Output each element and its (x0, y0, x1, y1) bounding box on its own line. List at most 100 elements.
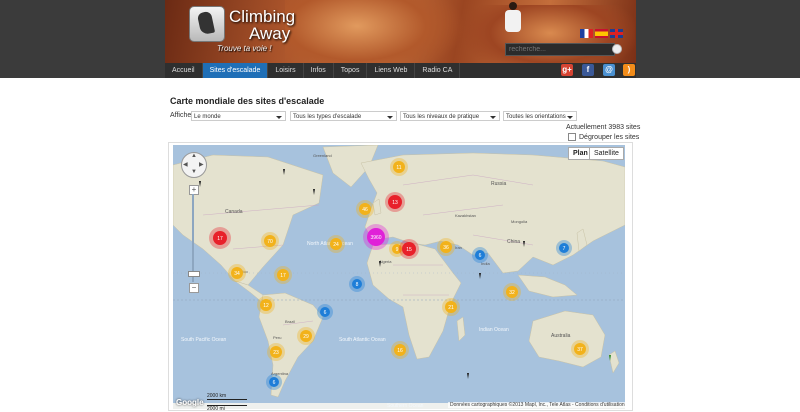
zoom-slider-track[interactable] (192, 194, 194, 282)
cluster-count: 46 (362, 207, 368, 213)
arrow-right-icon[interactable]: ▶ (199, 161, 204, 168)
sites-count: Actuellement 3983 sites (566, 124, 641, 131)
google-plus-icon[interactable]: g+ (561, 64, 573, 76)
cluster-count: 70 (267, 239, 273, 245)
pan-control[interactable]: ▲ ▼ ◀ ▶ (181, 152, 207, 178)
zoom-out-button[interactable]: − (189, 283, 199, 293)
world-map[interactable]: North Atlantic Ocean South Pacific Ocean… (173, 145, 625, 409)
ungroup-sites-checkbox[interactable]: Dégrouper les sites (568, 133, 639, 141)
cluster-marker[interactable]: 3960 (363, 224, 389, 250)
filter-type-select[interactable]: Tous les types d'escalade (290, 111, 397, 121)
site-logo-title[interactable]: Climbing Away (229, 8, 295, 42)
cluster-count: 34 (234, 271, 240, 277)
ocean-label: Indian Ocean (479, 327, 509, 333)
cluster-marker[interactable]: 32 (503, 283, 521, 301)
search-icon[interactable] (612, 44, 622, 54)
cluster-marker[interactable]: 36 (437, 238, 455, 256)
cluster-marker[interactable]: 16 (391, 341, 409, 359)
nav-item-liens-web[interactable]: Liens Web (367, 63, 416, 78)
zoom-in-button[interactable]: + (189, 185, 199, 195)
cluster-marker[interactable]: 8 (349, 276, 365, 292)
header-side-right (636, 0, 800, 78)
cluster-marker[interactable]: 29 (297, 327, 315, 345)
email-icon[interactable]: @ (603, 64, 615, 76)
cluster-count: 15 (406, 247, 412, 253)
ocean-label: South Pacific Ocean (181, 337, 227, 343)
cluster-marker[interactable]: 23 (267, 343, 285, 361)
filter-level-select[interactable]: Tous les niveaux de pratique (400, 111, 500, 121)
flag-es-icon[interactable] (595, 29, 608, 38)
cluster-marker[interactable]: 17 (209, 227, 231, 249)
site-tagline: Trouve ta voie ! (217, 44, 272, 53)
cluster-marker[interactable]: 11 (390, 158, 408, 176)
map-type-satellite-button[interactable]: Satellite (589, 147, 624, 160)
place-label: Algeria (379, 259, 392, 264)
cluster-marker[interactable]: 6 (317, 304, 333, 320)
cluster-count: 17 (217, 236, 223, 242)
checkbox-icon[interactable] (568, 133, 576, 141)
nav-item-accueil[interactable]: Accueil (165, 63, 203, 78)
logo-icon[interactable] (189, 6, 225, 42)
cluster-marker[interactable]: 13 (385, 192, 405, 212)
filter-region-select[interactable]: Le monde (191, 111, 286, 121)
flag-gb-icon[interactable] (610, 29, 623, 38)
nav-item-loisirs[interactable]: Loisirs (268, 63, 304, 78)
page-title: Carte mondiale des sites d'escalade (170, 96, 325, 106)
map-attribution[interactable]: Données cartographiques ©2013 Mapl, Inc.… (448, 402, 627, 408)
cluster-marker[interactable]: 46 (356, 200, 374, 218)
climber-head (509, 2, 517, 10)
cluster-count: 16 (397, 348, 403, 354)
cluster-count: 24 (333, 242, 339, 248)
chevron-down-icon (490, 116, 496, 119)
language-flags (580, 29, 625, 38)
nav-item-sites-escalade[interactable]: Sites d'escalade (202, 63, 269, 78)
australia-land (528, 310, 606, 368)
cluster-count: 13 (392, 200, 398, 206)
cluster-marker[interactable]: 37 (571, 340, 589, 358)
cluster-marker[interactable]: 6 (472, 247, 488, 263)
search-input[interactable] (505, 43, 615, 56)
filter-region-value: Le monde (194, 114, 221, 120)
flag-fr-icon[interactable] (580, 29, 593, 38)
cluster-count: 6 (324, 310, 327, 316)
place-label: Canada (225, 209, 243, 215)
nav-item-topos[interactable]: Topos (334, 63, 368, 78)
arrow-up-icon[interactable]: ▲ (191, 153, 197, 159)
arrow-left-icon[interactable]: ◀ (183, 161, 188, 168)
climber-photo (502, 2, 524, 38)
cluster-count: 23 (273, 350, 279, 356)
filter-orientation-select[interactable]: Toutes les orientations (503, 111, 577, 121)
map-canvas: North Atlantic Ocean South Pacific Ocean… (173, 145, 625, 409)
rock-texture (285, 0, 465, 63)
cluster-marker[interactable]: 15 (399, 239, 419, 259)
climber-body (505, 10, 521, 32)
ocean-label: South Atlantic Ocean (339, 337, 386, 343)
arrow-down-icon[interactable]: ▼ (191, 169, 197, 175)
place-label: Kazakhstan (455, 213, 476, 218)
new-zealand-land (608, 350, 620, 374)
cluster-marker[interactable]: 6 (266, 374, 282, 390)
place-label: Russia (491, 181, 507, 187)
place-label: Brazil (285, 319, 295, 324)
cluster-marker[interactable]: 17 (274, 266, 292, 284)
header-side-left (0, 0, 165, 78)
map-scale: 2000 km 2000 mi (207, 393, 247, 412)
map-pin-icon[interactable] (467, 373, 469, 379)
place-label: Greenland (313, 153, 332, 158)
cluster-marker[interactable]: 24 (327, 235, 345, 253)
facebook-icon[interactable]: f (582, 64, 594, 76)
rss-icon[interactable]: ) (623, 64, 635, 76)
zoom-slider-handle[interactable] (188, 271, 200, 277)
cluster-marker[interactable]: 12 (257, 296, 275, 314)
place-label: Mongolia (511, 219, 528, 224)
nav-item-infos[interactable]: Infos (304, 63, 334, 78)
cluster-marker[interactable]: 34 (228, 264, 246, 282)
cluster-marker[interactable]: 7 (556, 240, 572, 256)
google-logo[interactable]: Google (176, 398, 204, 407)
chevron-down-icon (387, 116, 393, 119)
cluster-marker[interactable]: 70 (261, 232, 279, 250)
cluster-marker[interactable]: 21 (442, 298, 460, 316)
map-pin-icon[interactable] (479, 273, 481, 279)
nav-item-radio-ca[interactable]: Radio CA (415, 63, 461, 78)
place-label: Peru (273, 335, 281, 340)
